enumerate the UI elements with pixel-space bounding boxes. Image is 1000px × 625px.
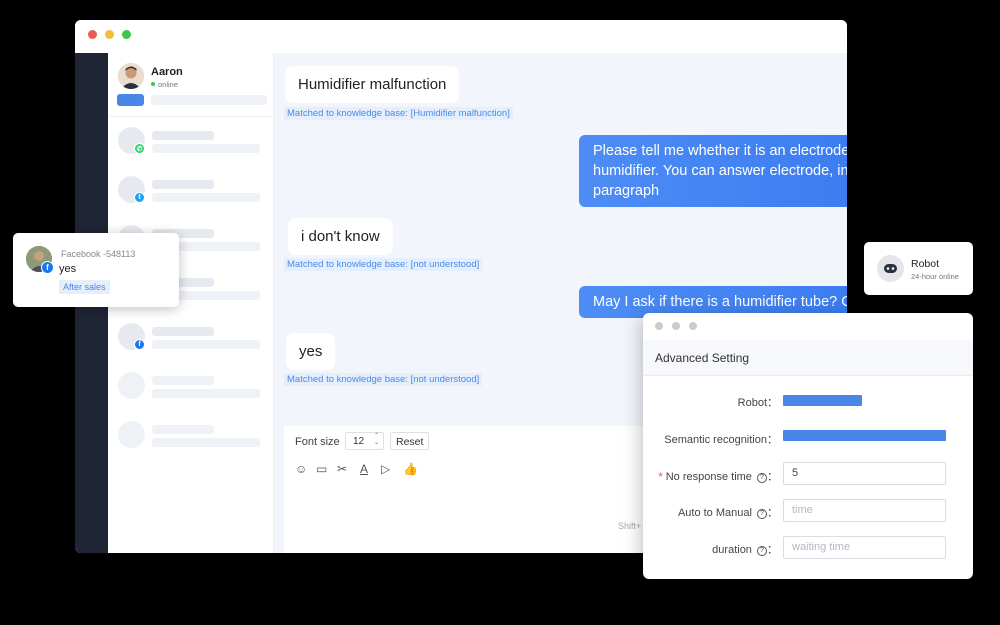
avatar: [118, 421, 145, 448]
required-mark: *: [658, 471, 663, 483]
duration-input[interactable]: waiting time: [783, 536, 946, 559]
robot-icon: [877, 255, 904, 282]
placeholder-bar: [151, 95, 267, 105]
robot-label: Robot：: [737, 397, 778, 409]
send-hint: Shift+: [618, 521, 642, 531]
robot-selector[interactable]: [783, 395, 862, 406]
message-incoming: i don't know: [288, 218, 393, 255]
maximize-window-button[interactable]: [689, 322, 697, 330]
dialog-title: Advanced Setting: [655, 351, 750, 365]
knowledge-base-tag: Matched to knowledge base: [not understo…: [284, 373, 483, 386]
advanced-setting-dialog: Advanced Setting Robot： Semantic recogni…: [643, 313, 973, 579]
robot-card[interactable]: Robot 24-hour online: [864, 242, 973, 295]
video-icon[interactable]: ▷: [381, 462, 390, 476]
no-response-time-label: * No response time ?：: [658, 471, 778, 483]
after-sales-tag: After sales: [59, 280, 110, 294]
scissors-icon[interactable]: ✂: [337, 462, 347, 476]
list-item[interactable]: f: [108, 319, 274, 363]
message-incoming: yes: [286, 333, 336, 370]
title-bar: [75, 20, 847, 53]
message-incoming: Humidifier malfunction: [285, 66, 460, 103]
emoji-icon[interactable]: ☺: [295, 462, 307, 476]
contact-status: online: [158, 80, 179, 89]
facebook-icon: f: [134, 339, 145, 350]
list-item[interactable]: ✆: [108, 123, 274, 167]
stepper-arrows-icon[interactable]: ⌃ ⌄: [374, 433, 379, 447]
close-window-button[interactable]: [88, 30, 97, 39]
auto-to-manual-label: Auto to Manual ?：: [677, 507, 778, 519]
twitter-icon: t: [134, 192, 145, 203]
online-dot-icon: [151, 82, 155, 86]
list-item[interactable]: [108, 417, 274, 461]
active-indicator: [117, 94, 144, 106]
font-size-stepper[interactable]: 12 ⌃ ⌄: [345, 432, 384, 450]
no-response-time-input[interactable]: 5: [783, 462, 946, 485]
semantic-recognition-label: Semantic recognition：: [664, 434, 778, 446]
list-divider: [108, 116, 274, 117]
text-color-icon[interactable]: A: [360, 462, 368, 476]
message-outgoing: Please tell me whether it is an electrod…: [579, 135, 847, 207]
reset-button[interactable]: Reset: [390, 432, 430, 450]
close-window-button[interactable]: [655, 322, 663, 330]
help-icon[interactable]: ?: [757, 509, 767, 519]
thumbs-up-icon[interactable]: 👍: [403, 462, 418, 476]
robot-status: 24-hour online: [911, 272, 959, 281]
font-size-value: 12: [353, 436, 365, 447]
avatar: [118, 372, 145, 399]
whatsapp-icon: ✆: [134, 143, 145, 154]
minimize-window-button[interactable]: [672, 322, 680, 330]
minimize-window-button[interactable]: [105, 30, 114, 39]
help-icon[interactable]: ?: [757, 546, 767, 556]
robot-name: Robot: [911, 258, 940, 270]
knowledge-base-tag: Matched to knowledge base: [Humidifier m…: [284, 107, 513, 120]
duration-label: duration ?：: [712, 544, 778, 556]
knowledge-base-tag: Matched to knowledge base: [not understo…: [284, 258, 483, 271]
semantic-recognition-selector[interactable]: [783, 430, 946, 441]
message-source: Facebook -548113: [61, 249, 136, 259]
active-conversation[interactable]: Aaron online: [108, 53, 274, 115]
facebook-icon: f: [41, 261, 54, 274]
folder-icon[interactable]: ▭: [316, 462, 327, 476]
font-size-label: Font size: [295, 436, 340, 448]
auto-to-manual-input[interactable]: time: [783, 499, 946, 522]
maximize-window-button[interactable]: [122, 30, 131, 39]
help-icon[interactable]: ?: [757, 473, 767, 483]
contact-name: Aaron: [151, 66, 183, 78]
message-preview: yes: [59, 263, 77, 275]
facebook-message-card[interactable]: f Facebook -548113 yes After sales: [13, 233, 179, 307]
avatar: [118, 63, 144, 89]
list-item[interactable]: [108, 368, 274, 412]
list-item[interactable]: t: [108, 172, 274, 216]
